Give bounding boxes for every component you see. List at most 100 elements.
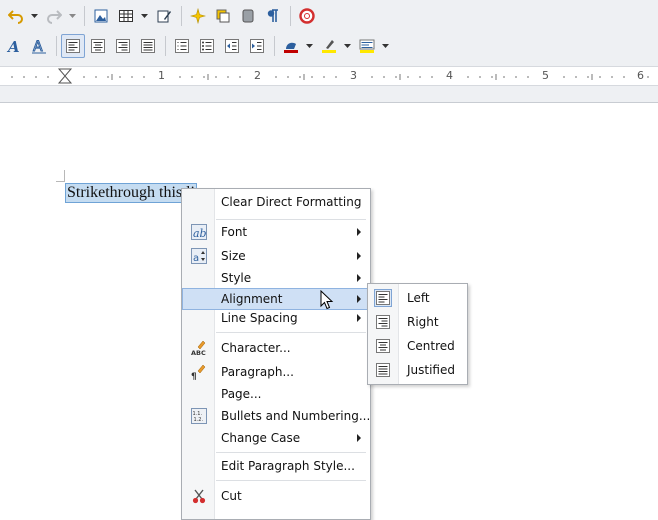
menu-item-style[interactable]: Style <box>183 268 369 288</box>
svg-text:¶: ¶ <box>191 372 197 380</box>
menu-item-font[interactable]: ab Font <box>183 222 369 242</box>
menu-item-label: Page... <box>221 387 262 401</box>
ruler-ticks <box>11 68 649 84</box>
draw-button[interactable] <box>152 4 176 28</box>
highlighter-icon <box>322 40 336 53</box>
align-right-icon <box>116 39 130 53</box>
menu-item-cut[interactable]: Cut <box>183 486 369 506</box>
align-left-button[interactable] <box>61 34 85 58</box>
submenu-item-left[interactable]: Left <box>369 287 466 309</box>
submenu-arrow-icon <box>357 274 361 282</box>
font-color-icon <box>284 42 298 53</box>
menu-item-paragraph[interactable]: ¶ Paragraph... <box>183 362 369 382</box>
help-button[interactable] <box>295 4 319 28</box>
menu-separator <box>216 452 366 453</box>
chevron-down-icon <box>381 44 389 48</box>
submenu-arrow-icon <box>357 434 361 442</box>
align-center-icon <box>376 339 390 353</box>
align-center-button[interactable] <box>86 34 110 58</box>
menu-item-bullets-numbering[interactable]: 1.1. 1.2. Bullets and Numbering... <box>183 406 370 426</box>
submenu-item-label: Left <box>407 291 430 305</box>
submenu-item-justified[interactable]: Justified <box>369 359 466 381</box>
align-left-icon <box>374 289 392 307</box>
menu-item-line-spacing[interactable]: Line Spacing <box>183 308 369 328</box>
context-menu: Clear Direct Formatting ab Font a Size S… <box>181 188 371 520</box>
frame-button[interactable] <box>211 4 235 28</box>
svg-text:A: A <box>6 38 20 54</box>
redo-icon <box>47 10 62 24</box>
formatting-marks-button[interactable] <box>261 4 285 28</box>
pilcrow-icon <box>267 9 278 22</box>
menu-item-label: Font <box>221 225 248 239</box>
font-color-dropdown[interactable] <box>304 35 314 57</box>
horizontal-ruler[interactable]: 1 2 3 4 5 6 <box>0 66 658 86</box>
character-style-button[interactable]: A <box>2 34 26 58</box>
redo-dropdown[interactable] <box>67 5 77 27</box>
menu-item-clear-direct-formatting[interactable]: Clear Direct Formatting <box>183 192 369 212</box>
formatting-toolbar: A A <box>2 32 393 60</box>
menu-item-label: Change Case <box>221 431 301 445</box>
submenu-item-right[interactable]: Right <box>369 311 466 333</box>
insert-image-button[interactable] <box>89 4 113 28</box>
selected-text[interactable]: Strikethrough this li <box>65 183 197 203</box>
toolbar-separator <box>274 36 275 56</box>
background-color-button[interactable] <box>355 34 379 58</box>
menu-item-size[interactable]: a Size <box>183 246 369 266</box>
highlight-button[interactable] <box>317 34 341 58</box>
standard-toolbar <box>4 2 320 30</box>
increase-indent-button[interactable] <box>245 34 269 58</box>
character-icon: ABC <box>191 340 206 356</box>
special-char-button[interactable] <box>186 4 210 28</box>
undo-button[interactable] <box>4 4 28 28</box>
ruler-number: 1 <box>158 69 165 82</box>
highlight-dropdown[interactable] <box>342 35 352 57</box>
redo-button[interactable] <box>42 4 66 28</box>
font-color-button[interactable] <box>279 34 303 58</box>
menu-item-edit-paragraph-style[interactable]: Edit Paragraph Style... <box>183 456 369 476</box>
menu-item-change-case[interactable]: Change Case <box>183 428 369 448</box>
menu-separator <box>216 332 366 333</box>
justify-button[interactable] <box>136 34 160 58</box>
menu-item-page[interactable]: Page... <box>183 384 369 404</box>
undo-dropdown[interactable] <box>29 5 39 27</box>
insert-table-button[interactable] <box>114 4 138 28</box>
submenu-item-centred[interactable]: Centred <box>369 335 466 357</box>
chevron-down-icon <box>305 44 313 48</box>
menu-item-character[interactable]: ABC Character... <box>183 338 369 358</box>
svg-text:A: A <box>33 39 43 54</box>
justify-icon <box>141 39 155 53</box>
outdent-icon <box>225 39 239 53</box>
italic-a-icon: A <box>6 38 20 54</box>
ruler-number: 3 <box>350 69 357 82</box>
ruler-number: 5 <box>542 69 549 82</box>
table-dropdown[interactable] <box>139 5 149 27</box>
note-button[interactable] <box>236 4 260 28</box>
toolbar-separator <box>290 6 291 26</box>
indent-icon <box>250 39 264 53</box>
outline-style-button[interactable]: A <box>27 34 51 58</box>
image-icon <box>94 9 108 23</box>
numbering-button[interactable] <box>170 34 194 58</box>
align-center-icon <box>91 39 105 53</box>
svg-text:ab: ab <box>193 227 207 240</box>
margin-corner-mark <box>56 181 65 182</box>
svg-text:a: a <box>193 253 199 264</box>
outline-a-icon: A <box>32 39 46 54</box>
paragraph-background-icon <box>359 39 375 53</box>
pencil-icon <box>157 10 171 23</box>
ruler-number: 6 <box>637 69 644 82</box>
menu-item-label: Character... <box>221 341 291 355</box>
align-right-button[interactable] <box>111 34 135 58</box>
toolbar-area: A A 1 2 3 4 5 6 <box>0 0 658 103</box>
menu-item-alignment[interactable]: Alignment <box>182 288 370 310</box>
decrease-indent-button[interactable] <box>220 34 244 58</box>
toolbar-separator <box>56 36 57 56</box>
submenu-arrow-icon <box>357 314 361 322</box>
menu-item-label: Line Spacing <box>221 311 298 325</box>
submenu-item-label: Centred <box>407 339 455 353</box>
submenu-item-label: Right <box>407 315 439 329</box>
bullets-button[interactable] <box>195 34 219 58</box>
background-color-dropdown[interactable] <box>380 35 390 57</box>
svg-text:1.2.: 1.2. <box>194 417 204 423</box>
toolbar-separator <box>181 6 182 26</box>
